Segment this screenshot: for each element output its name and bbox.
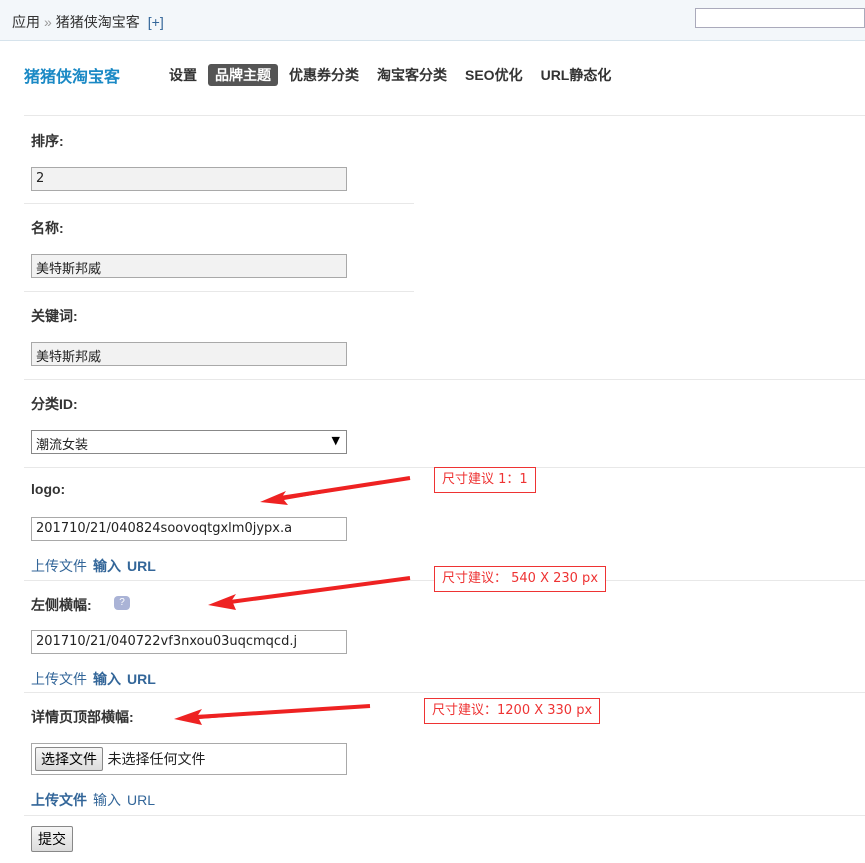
- annotation-arrows: [174, 476, 411, 725]
- arrow-icon: [174, 704, 371, 725]
- arrow-icon: [260, 476, 411, 505]
- arrow-icon: [208, 576, 411, 610]
